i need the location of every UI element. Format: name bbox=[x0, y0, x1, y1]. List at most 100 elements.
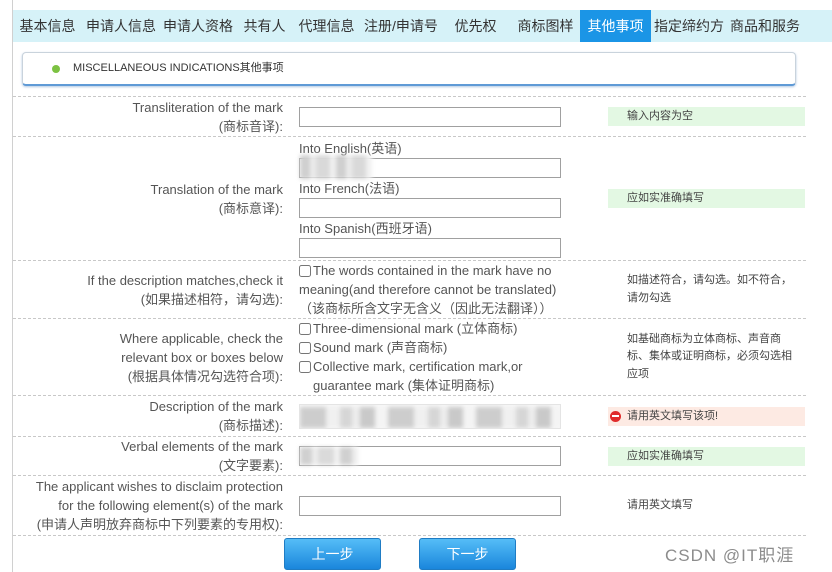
row-transliteration: Transliteration of the mark (商标音译): 输入内容… bbox=[13, 96, 806, 136]
hint-text: 请用英文填写该项! bbox=[627, 409, 719, 422]
field-area bbox=[299, 403, 608, 429]
option-text: guarantee mark (集体证明商标) bbox=[313, 378, 495, 393]
misc-form: Transliteration of the mark (商标音译): 输入内容… bbox=[13, 96, 806, 536]
verbal-input-wrap bbox=[299, 446, 561, 466]
label-line: (商标描述): bbox=[218, 418, 283, 433]
watermark: CSDN @IT职涯 bbox=[665, 546, 795, 565]
field-label: Verbal elements of the mark (文字要素): bbox=[13, 437, 283, 475]
hint-text: 应如实准确填写 bbox=[627, 449, 704, 462]
english-input-wrap bbox=[299, 154, 561, 179]
green-dot-icon bbox=[52, 65, 60, 73]
translation-french-input[interactable] bbox=[299, 197, 561, 218]
option-text: Three-dimensional mark (立体商标) bbox=[313, 321, 518, 336]
hint-column: 请用英文填写 bbox=[608, 496, 805, 515]
row-no-meaning: If the description matches,check it (如果描… bbox=[13, 260, 806, 318]
row-disclaimer: The applicant wishes to disclaim protect… bbox=[13, 475, 806, 536]
minus-circle-icon bbox=[610, 410, 621, 422]
collective-mark-checkbox[interactable] bbox=[299, 361, 311, 373]
hint-column: 输入内容为空 bbox=[608, 107, 805, 126]
translation-spanish-input[interactable] bbox=[299, 237, 561, 258]
label-line: If the description matches,check it bbox=[87, 272, 283, 288]
field-label: Transliteration of the mark (商标音译): bbox=[13, 98, 283, 136]
field-area bbox=[299, 446, 608, 466]
hint-text: 应如实准确填写 bbox=[627, 192, 704, 204]
hint-text: 标、集体或证明商标，必须勾选相 bbox=[627, 350, 792, 363]
label-line: (如果描述相符，请勾选): bbox=[140, 291, 283, 307]
option-text: Collective mark, certification mark,or bbox=[313, 359, 523, 374]
option-text: （该商标所含文字无含义（因此无法翻译）） bbox=[299, 301, 553, 316]
tab-applicant-info[interactable]: 申请人信息 bbox=[81, 10, 161, 42]
hint-column: 如基础商标为立体商标、声音商 标、集体或证明商标，必须勾选相 应项 bbox=[608, 331, 805, 384]
verbal-elements-input[interactable] bbox=[299, 446, 561, 466]
hint-column: 如描述符合，请勾选。如不符合， 请勿勾选 bbox=[608, 272, 805, 307]
tab-basic-info[interactable]: 基本信息 bbox=[8, 10, 88, 42]
field-area: Three-dimensional mark (立体商标) Sound mark… bbox=[299, 319, 608, 395]
label-line: Description of the mark bbox=[149, 399, 283, 414]
label-line: (商标音译): bbox=[218, 118, 283, 134]
row-mark-type: Where applicable, check the relevant box… bbox=[13, 318, 806, 395]
three-dimensional-checkbox[interactable] bbox=[299, 323, 311, 335]
tab-other-matters[interactable]: 其他事项 bbox=[580, 10, 651, 42]
translation-english-input[interactable] bbox=[299, 157, 561, 178]
field-label: Where applicable, check the relevant box… bbox=[13, 329, 283, 386]
collective-mark-option[interactable]: Collective mark, certification mark,or bbox=[299, 357, 608, 376]
sound-mark-checkbox[interactable] bbox=[299, 342, 311, 354]
field-label: The applicant wishes to disclaim protect… bbox=[13, 477, 283, 534]
translation-french-label: Into French(法语) bbox=[299, 180, 400, 196]
description-textarea[interactable] bbox=[299, 403, 561, 429]
disclaimer-input[interactable] bbox=[299, 495, 561, 516]
label-line: (申请人声明放弃商标中下列要素的专用权): bbox=[36, 517, 283, 532]
field-label: If the description matches,check it (如果描… bbox=[13, 271, 283, 309]
no-meaning-option[interactable]: The words contained in the mark have no bbox=[299, 261, 608, 280]
tab-agent-info[interactable]: 代理信息 bbox=[287, 10, 367, 42]
option-text: The words contained in the mark have no bbox=[313, 263, 552, 278]
label-line: (根据具体情况勾选符合项): bbox=[127, 368, 283, 384]
hint-column: 请用英文填写该项! bbox=[608, 406, 805, 426]
label-line: Verbal elements of the mark bbox=[121, 439, 283, 454]
translation-english-label: Into English(英语) bbox=[299, 140, 402, 156]
hint-text: 请勿勾选 bbox=[627, 291, 671, 304]
label-line: (商标意译): bbox=[218, 200, 283, 216]
hint-column: 应如实准确填写 bbox=[608, 189, 805, 208]
three-dimensional-option[interactable]: Three-dimensional mark (立体商标) bbox=[299, 319, 608, 338]
translation-spanish-group: Into Spanish(西班牙语) bbox=[299, 220, 608, 258]
tab-goods-services[interactable]: 商品和服务 bbox=[725, 10, 805, 42]
translation-english-group: Into English(英语) bbox=[299, 140, 608, 179]
tab-priority[interactable]: 优先权 bbox=[436, 10, 516, 42]
row-translation: Translation of the mark (商标意译): Into Eng… bbox=[13, 136, 806, 260]
field-label: Description of the mark (商标描述): bbox=[13, 397, 283, 435]
option-text: meaning(and therefore cannot be translat… bbox=[299, 282, 557, 297]
previous-step-button[interactable]: 上一步 bbox=[284, 538, 381, 570]
translation-spanish-label: Into Spanish(西班牙语) bbox=[299, 220, 432, 236]
section-header: MISCELLANEOUS INDICATIONS其他事项 bbox=[22, 52, 796, 86]
translation-french-group: Into French(法语) bbox=[299, 180, 608, 218]
hint-message: 应如实准确填写 bbox=[608, 446, 805, 466]
hint-message: 如描述符合，请勾选。如不符合， 请勿勾选 bbox=[608, 272, 805, 307]
tab-mark-image[interactable]: 商标图样 bbox=[506, 10, 586, 42]
field-area: The words contained in the mark have no … bbox=[299, 261, 608, 318]
hint-message: 输入内容为空 bbox=[608, 107, 805, 126]
option-text: Sound mark (声音商标) bbox=[313, 340, 448, 355]
hint-column: 应如实准确填写 bbox=[608, 446, 805, 466]
hint-message: 请用英文填写 bbox=[608, 496, 805, 515]
tab-registration-number[interactable]: 注册/申请号 bbox=[361, 10, 441, 42]
hint-text: 应项 bbox=[627, 367, 649, 380]
hint-message: 如基础商标为立体商标、声音商 标、集体或证明商标，必须勾选相 应项 bbox=[608, 331, 805, 384]
row-verbal-elements: Verbal elements of the mark (文字要素): 应如实准… bbox=[13, 436, 806, 475]
field-area: Into English(英语) Into French(法语) Into Sp… bbox=[299, 140, 608, 258]
hint-text: 请用英文填写 bbox=[627, 499, 693, 511]
label-line: The applicant wishes to disclaim protect… bbox=[35, 479, 283, 494]
transliteration-input[interactable] bbox=[299, 106, 561, 127]
sound-mark-option[interactable]: Sound mark (声音商标) bbox=[299, 338, 608, 357]
row-description: Description of the mark (商标描述): 请用英文填写该项… bbox=[13, 395, 806, 436]
field-area bbox=[299, 106, 608, 127]
page-frame: 基本信息 申请人信息 申请人资格 共有人 代理信息 注册/申请号 优先权 商标图… bbox=[12, 0, 832, 572]
redacted-value-blur bbox=[300, 406, 560, 428]
label-line: for the following element(s) of the mark bbox=[58, 498, 283, 513]
hint-text: 如描述符合，请勾选。如不符合， bbox=[627, 274, 792, 286]
section-title: MISCELLANEOUS INDICATIONS其他事项 bbox=[73, 62, 284, 74]
tab-designated-parties[interactable]: 指定缔约方 bbox=[649, 10, 729, 42]
hint-text: 输入内容为空 bbox=[627, 110, 693, 122]
next-step-button[interactable]: 下一步 bbox=[419, 538, 516, 570]
no-meaning-checkbox[interactable] bbox=[299, 265, 311, 277]
